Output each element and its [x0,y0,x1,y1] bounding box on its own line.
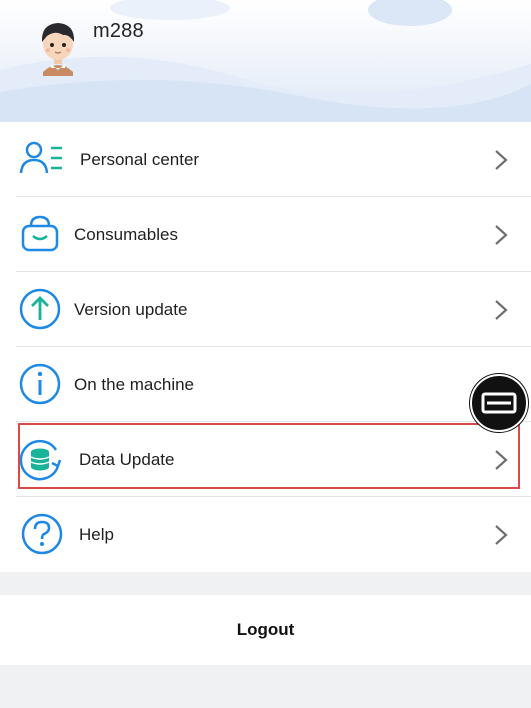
menu-item-data-update[interactable]: Data Update [0,422,531,497]
menu-item-label: Help [79,525,114,544]
arrow-up-circle-icon [19,288,61,330]
person-list-icon [19,141,62,174]
menu-item-label: Personal center [80,150,200,169]
avatar[interactable] [33,18,83,76]
logout-label: Logout [236,620,295,639]
menu-item-personal-center[interactable]: Personal center [0,122,531,197]
floating-tool-button[interactable] [470,374,528,432]
chevron-right-icon [495,300,508,320]
chevron-right-icon [495,225,508,245]
username: m288 [93,20,144,42]
profile-header: m288 [0,0,531,122]
logout-button[interactable]: Logout [0,595,531,665]
settings-menu: Personal center Consumables Version upda… [0,122,531,572]
menu-item-consumables[interactable]: Consumables [0,197,531,272]
database-refresh-icon [19,439,62,481]
chevron-right-icon [495,525,508,545]
menu-item-label: Consumables [74,225,178,244]
menu-item-label: On the machine [74,375,195,394]
chevron-right-icon [495,150,508,170]
menu-item-help[interactable]: Help [0,497,531,572]
menu-item-on-the-machine[interactable]: On the machine [0,347,531,422]
menu-item-label: Version update [74,300,188,319]
chevron-right-icon [495,450,508,470]
menu-item-version-update[interactable]: Version update [0,272,531,347]
info-circle-icon [19,363,61,405]
tray-icon [481,392,517,414]
question-circle-icon [21,513,63,555]
basket-icon [21,215,59,252]
menu-item-label: Data Update [79,450,175,469]
